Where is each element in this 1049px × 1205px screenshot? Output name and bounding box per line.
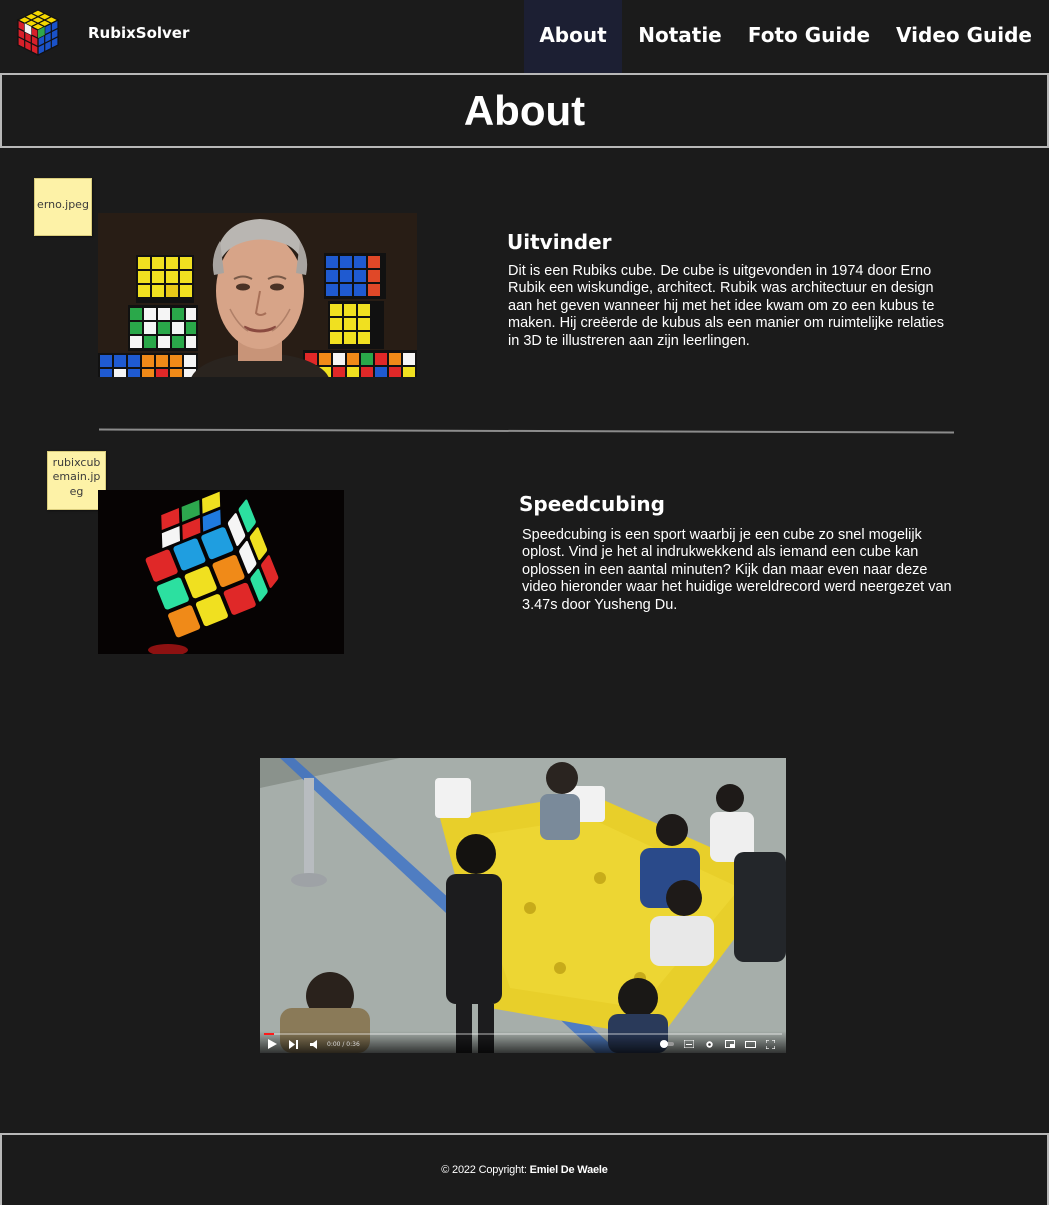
copyright-text: © 2022 Copyright: Emiel De Waele bbox=[441, 1164, 608, 1176]
fullscreen-icon[interactable] bbox=[766, 1037, 775, 1051]
miniplayer-icon[interactable] bbox=[725, 1037, 735, 1051]
world-record-video-player[interactable]: 0:00 / 0:36 bbox=[260, 758, 786, 1053]
video-progress-fill bbox=[264, 1033, 275, 1035]
section-text-speedcubing: Speedcubing is een sport waarbij je een … bbox=[522, 527, 952, 613]
video-time: 0:00 / 0:36 bbox=[327, 1040, 360, 1048]
footer: © 2022 Copyright: Emiel De Waele bbox=[0, 1133, 1049, 1205]
brand-name: RubixSolver bbox=[88, 24, 190, 42]
volume-icon[interactable] bbox=[310, 1037, 318, 1051]
section-text-uitvinder: Dit is een Rubiks cube. De cube is uitge… bbox=[508, 263, 944, 349]
settings-gear-icon[interactable] bbox=[705, 1037, 714, 1051]
nav-item-foto-guide[interactable]: Foto Guide bbox=[745, 0, 873, 73]
section-heading-speedcubing: Speedcubing bbox=[519, 492, 665, 516]
autoplay-toggle-icon[interactable] bbox=[660, 1037, 674, 1051]
navbar: RubixSolver About Notatie Foto Guide Vid… bbox=[0, 0, 1049, 73]
erno-rubik-photo bbox=[98, 213, 417, 377]
copyright-author: Emiel De Waele bbox=[529, 1164, 608, 1176]
video-controls-bar: 0:00 / 0:36 bbox=[260, 1031, 786, 1053]
title-bar: About bbox=[0, 73, 1049, 148]
nav-item-video-guide[interactable]: Video Guide bbox=[892, 0, 1036, 73]
play-icon[interactable] bbox=[268, 1037, 277, 1051]
section-divider bbox=[98, 428, 955, 434]
page-title: About bbox=[463, 86, 586, 134]
theater-mode-icon[interactable] bbox=[745, 1037, 756, 1051]
video-frame bbox=[260, 758, 786, 1053]
subtitles-icon[interactable] bbox=[684, 1037, 694, 1051]
next-icon[interactable] bbox=[289, 1037, 298, 1051]
section-heading-uitvinder: Uitvinder bbox=[507, 230, 612, 254]
broken-image-alt-label: erno.jpeg bbox=[34, 178, 92, 236]
copyright-prefix: © 2022 Copyright: bbox=[441, 1164, 527, 1176]
rubiks-cube-logo-icon bbox=[14, 8, 62, 58]
nav-item-notatie[interactable]: Notatie bbox=[630, 0, 730, 73]
rubiks-cube-photo bbox=[98, 490, 344, 654]
nav-item-about[interactable]: About bbox=[524, 0, 622, 73]
video-progress-bar[interactable] bbox=[264, 1033, 782, 1035]
brand-link[interactable]: RubixSolver bbox=[14, 8, 189, 58]
